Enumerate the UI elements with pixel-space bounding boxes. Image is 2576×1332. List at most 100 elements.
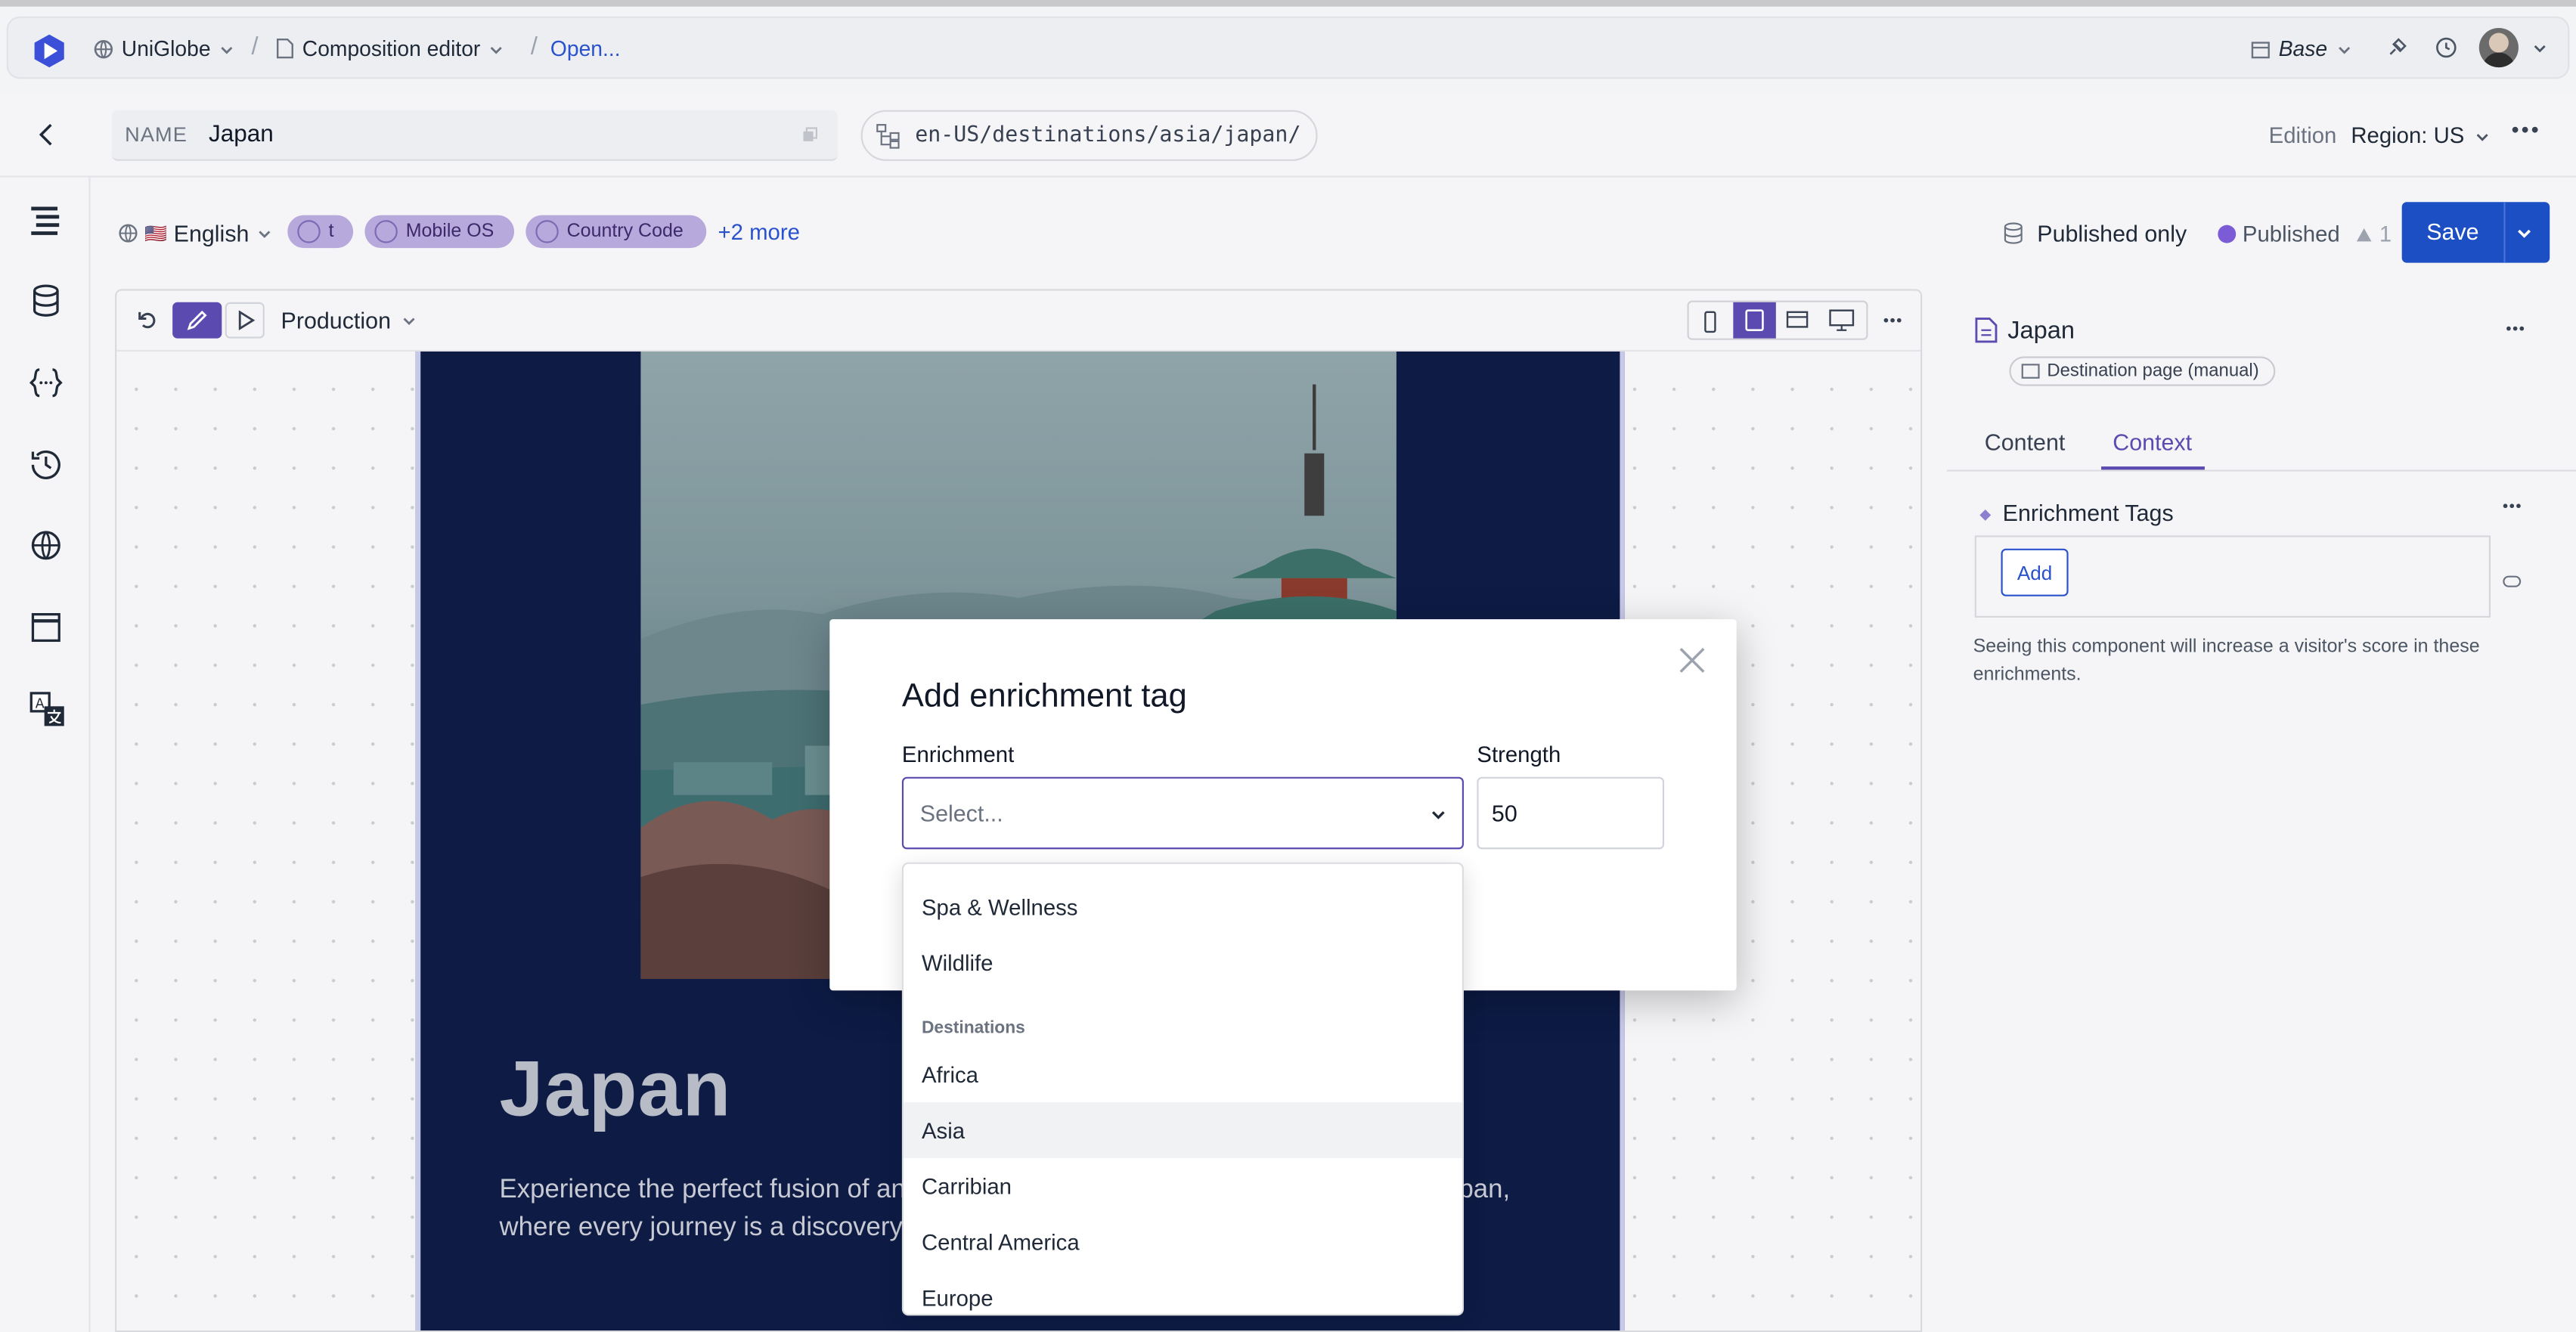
database-icon (2003, 221, 2024, 244)
back-arrow-icon[interactable] (33, 122, 59, 148)
environment-selector[interactable]: Production (281, 307, 417, 333)
calendar-icon (2251, 39, 2271, 58)
list-item[interactable]: Europe (904, 1270, 1462, 1315)
region-selector[interactable]: Region: US (2351, 123, 2491, 148)
globe-icon[interactable] (28, 527, 64, 563)
property-panel: Japan Destination page (manual) Content … (1946, 289, 2576, 1332)
chip-label: t (328, 221, 334, 242)
component-type-badge: Destination page (manual) (2009, 356, 2276, 386)
criteria-chip-t[interactable]: t (287, 215, 354, 249)
help-text-line1: Seeing this component will increase a vi… (1973, 637, 2480, 658)
enrichment-select[interactable]: Select... (901, 776, 1464, 850)
breadcrumb-separator: / (251, 33, 259, 61)
avatar[interactable] (2478, 27, 2519, 68)
large-screen-icon[interactable] (1828, 308, 1855, 331)
page-document-icon (1975, 317, 1998, 343)
select-placeholder: Select... (919, 800, 1003, 826)
desktop-device-icon[interactable] (1786, 311, 1809, 330)
add-tag-button[interactable]: Add (2001, 548, 2069, 596)
path-value: en-US/destinations/asia/japan/ (915, 122, 1301, 148)
tab-content[interactable]: Content (1985, 429, 2066, 455)
copy-icon[interactable] (801, 126, 818, 143)
publish-status[interactable]: Published 1 (2218, 221, 2392, 246)
environment-label: Production (281, 307, 391, 334)
breadcrumb-separator: / (530, 33, 538, 61)
viewport-switcher (1687, 300, 1868, 340)
undo-icon[interactable] (136, 308, 157, 330)
chevron-down-icon[interactable] (2531, 39, 2548, 56)
published-only-toggle[interactable]: Published only (2003, 220, 2187, 246)
more-options-icon[interactable] (1883, 317, 1902, 324)
chevron-down-icon[interactable] (2516, 224, 2534, 242)
target-icon (297, 220, 321, 243)
browser-window-icon[interactable] (28, 609, 64, 646)
base-selector[interactable]: Base (2251, 36, 2352, 61)
top-bar: UniGlobe / Composition editor / Open... … (0, 0, 2576, 92)
json-braces-icon[interactable] (28, 364, 64, 401)
history-icon[interactable] (28, 447, 64, 483)
history-clock-icon[interactable] (2435, 36, 2457, 59)
link-icon[interactable] (2502, 575, 2522, 587)
chevron-down-icon (2336, 40, 2352, 57)
hero-text-line1-right[interactable]: pan, (1458, 1176, 1510, 1206)
list-item[interactable]: Central America (904, 1214, 1462, 1270)
translate-icon[interactable]: A (28, 690, 64, 726)
app-root: UniGlobe / Composition editor / Open... … (0, 0, 2576, 1332)
base-label: Base (2278, 36, 2328, 61)
save-label: Save (2426, 218, 2479, 245)
list-item[interactable]: Carribian (904, 1158, 1462, 1214)
criteria-chip-mobile-os[interactable]: Mobile OS (364, 215, 515, 249)
list-item[interactable]: Wildlife (904, 934, 1462, 990)
group-label: Destinations (921, 1018, 1025, 1039)
composition-header: NAME Japan en-US/destinations/asia/japan… (0, 93, 2576, 178)
breadcrumb-editor[interactable]: Composition editor (276, 36, 505, 60)
preview-mode-button[interactable] (225, 302, 265, 339)
app-logo-icon[interactable] (31, 33, 67, 69)
more-options-icon[interactable] (2506, 325, 2525, 332)
enrichment-tags-box: Add (1974, 535, 2491, 618)
type-badge-label: Destination page (manual) (2047, 361, 2259, 382)
name-label: NAME (125, 122, 188, 147)
target-icon (535, 220, 559, 243)
plugin-icon[interactable] (2385, 36, 2408, 59)
dialog-title: Add enrichment tag (901, 678, 1187, 715)
hero-text-line2[interactable]: where every journey is a discovery (500, 1214, 903, 1244)
section-title: Enrichment Tags (2002, 499, 2174, 526)
svg-text:A: A (36, 696, 45, 711)
chevron-down-icon (488, 40, 505, 57)
more-options-icon[interactable] (2510, 125, 2540, 135)
list-item[interactable]: Spa & Wellness (904, 878, 1462, 934)
strength-label: Strength (1477, 742, 1561, 767)
open-link[interactable]: Open... (550, 36, 621, 61)
panel-title: Japan (2007, 317, 2075, 345)
language-selector[interactable]: 🇺🇸 English (118, 220, 271, 246)
breadcrumb-project[interactable]: UniGlobe (94, 36, 235, 60)
hero-text-line1-left[interactable]: Experience the perfect fusion of an (500, 1176, 906, 1206)
published-dot-icon (2218, 225, 2237, 243)
strength-input[interactable]: 50 (1477, 776, 1665, 850)
chevron-down-icon (219, 40, 235, 57)
tab-context[interactable]: Context (2113, 429, 2192, 455)
edit-mode-button[interactable] (172, 302, 222, 339)
save-button[interactable]: Save (2401, 202, 2550, 263)
more-criteria-link[interactable]: +2 more (718, 220, 800, 245)
more-options-icon[interactable] (2502, 503, 2522, 510)
globe-icon (94, 39, 113, 58)
language-label: English (173, 220, 250, 246)
hero-title[interactable]: Japan (500, 1045, 732, 1135)
us-flag-icon: 🇺🇸 (144, 224, 167, 244)
criteria-chip-country-code[interactable]: Country Code (525, 215, 707, 249)
list-item[interactable]: Africa (904, 1046, 1462, 1102)
close-icon[interactable] (1677, 646, 1706, 675)
structure-icon[interactable] (28, 202, 64, 238)
path-field[interactable]: en-US/destinations/asia/japan/ (860, 110, 1318, 161)
mobile-device-icon[interactable] (1700, 311, 1720, 333)
chip-label: Country Code (566, 221, 684, 242)
diamond-icon: ◆ (1979, 506, 1992, 522)
name-field[interactable]: NAME Japan (111, 110, 839, 161)
database-icon[interactable] (28, 283, 64, 319)
component-icon (2021, 363, 2041, 379)
enrichment-dropdown: Spa & Wellness Wildlife Destinations Afr… (901, 862, 1464, 1316)
list-item-highlighted[interactable]: Asia (904, 1101, 1462, 1158)
tablet-device-icon[interactable] (1733, 302, 1776, 339)
